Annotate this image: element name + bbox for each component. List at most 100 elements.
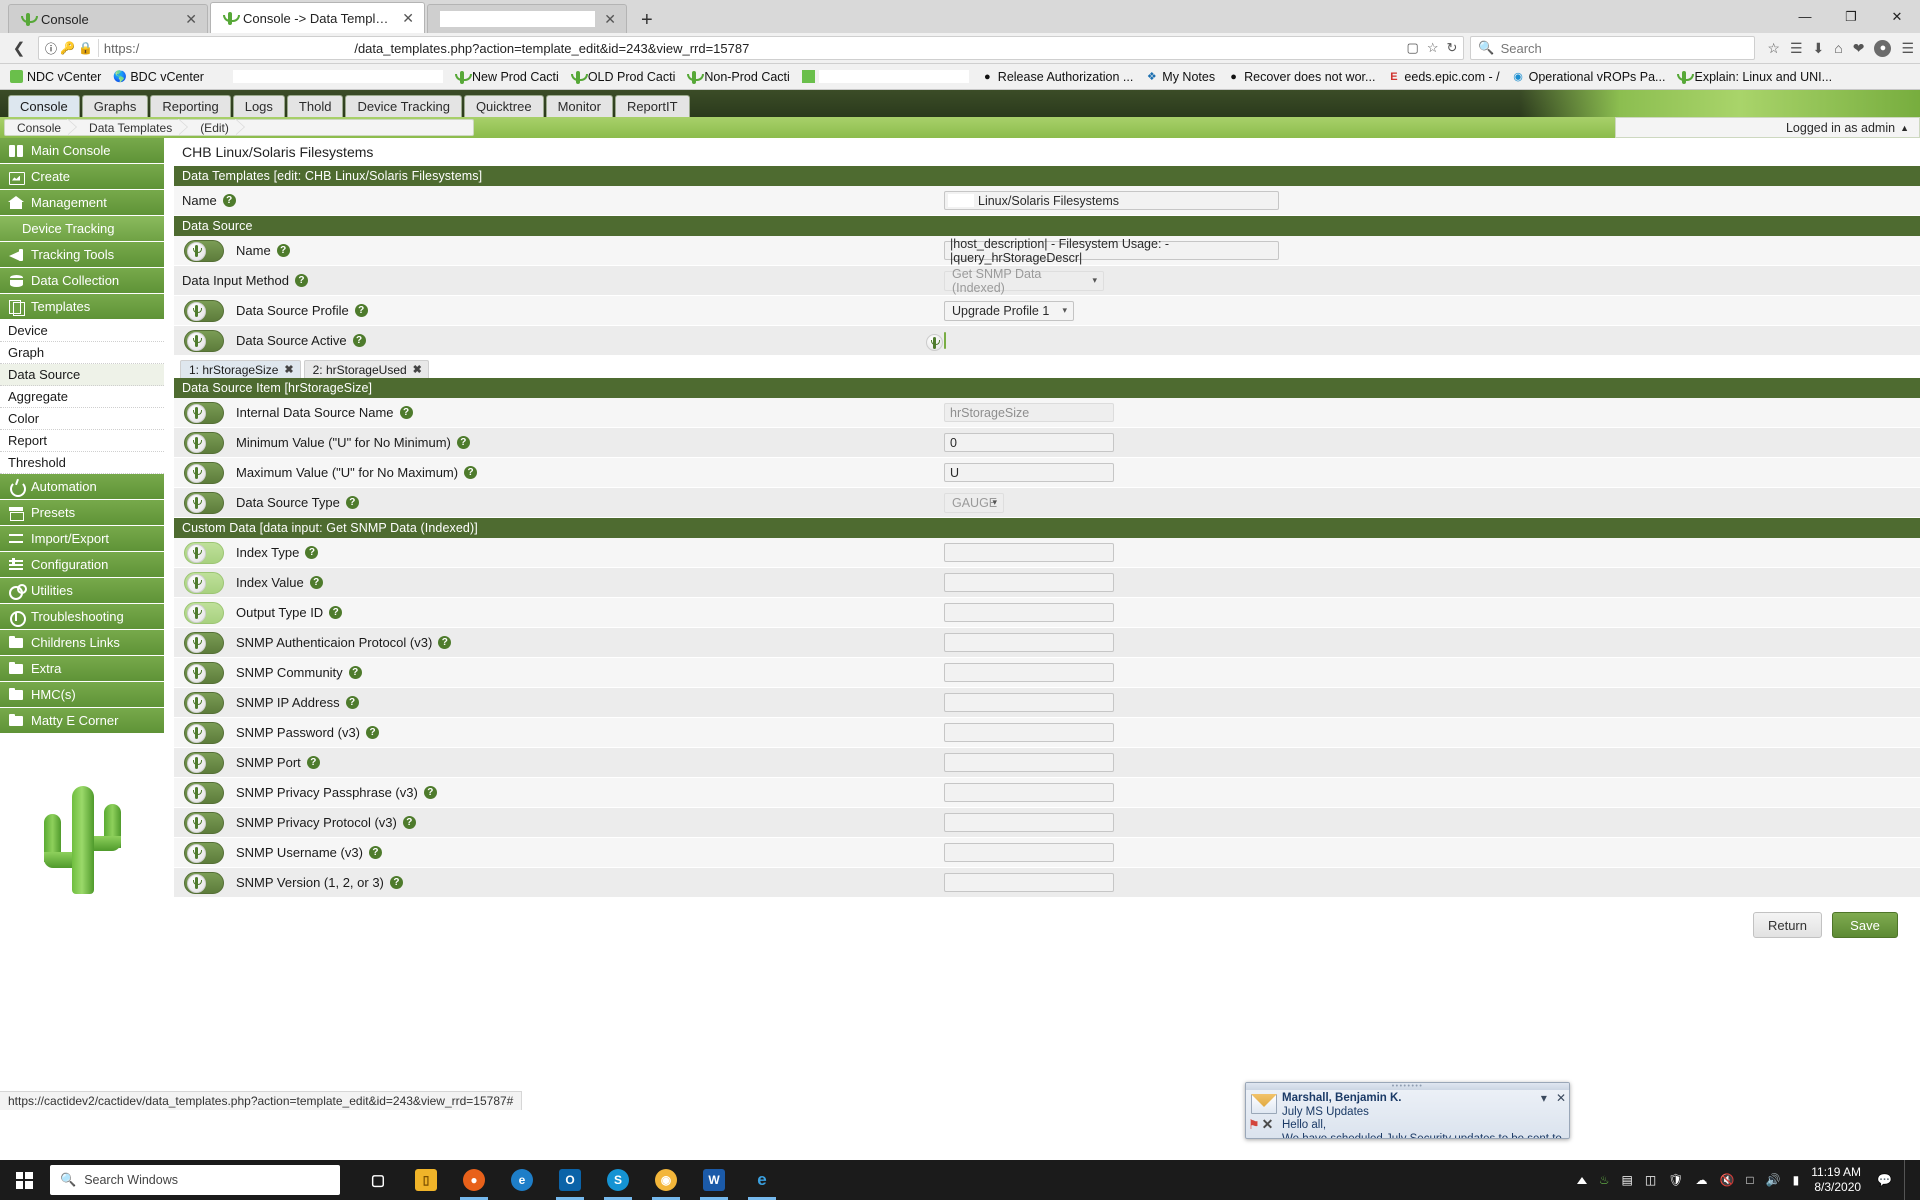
reader-view-icon[interactable]: ▢ bbox=[1407, 40, 1419, 56]
sidebar-item-threshold[interactable]: Threshold bbox=[0, 452, 164, 474]
taskbar-skype[interactable]: S bbox=[594, 1160, 642, 1200]
help-icon[interactable]: ? bbox=[402, 816, 416, 829]
save-button[interactable]: Save bbox=[1832, 912, 1898, 938]
nav-tab-device-tracking[interactable]: Device Tracking bbox=[345, 95, 462, 117]
sidebar-item-data-collection[interactable]: Data Collection bbox=[0, 268, 164, 294]
taskbar-chrome[interactable]: ◉ bbox=[642, 1160, 690, 1200]
nav-tab-logs[interactable]: Logs bbox=[232, 95, 285, 117]
help-icon[interactable]: ? bbox=[306, 756, 320, 769]
help-icon[interactable]: ? bbox=[368, 846, 382, 859]
battery-tray-icon[interactable]: ▮ bbox=[1793, 1173, 1800, 1187]
site-info-icons[interactable]: ⓘ 🔑 🔒 bbox=[45, 40, 93, 57]
sidebar-item-device-tracking[interactable]: Device Tracking bbox=[0, 216, 164, 242]
help-icon[interactable]: ? bbox=[366, 726, 380, 739]
ds-profile-select[interactable]: Upgrade Profile 1 bbox=[944, 300, 1074, 321]
index-value-input[interactable] bbox=[944, 573, 1114, 592]
toggle-minimum-value[interactable] bbox=[184, 431, 224, 454]
minimum-value-input[interactable]: 0 bbox=[944, 433, 1114, 452]
snmp-username-input[interactable] bbox=[944, 843, 1114, 862]
snmp-auth-protocol-input[interactable] bbox=[944, 633, 1114, 652]
toggle-internal-ds-name[interactable] bbox=[184, 401, 224, 424]
toggle-snmp-version[interactable] bbox=[184, 871, 224, 894]
breadcrumb-console[interactable]: Console bbox=[5, 119, 78, 136]
start-button[interactable] bbox=[0, 1160, 48, 1200]
taskbar-task-view[interactable]: ▢ bbox=[354, 1160, 402, 1200]
browser-tab-3[interactable]: ✕ bbox=[427, 4, 627, 33]
output-type-id-input[interactable] bbox=[944, 603, 1114, 622]
sidebar-item-device[interactable]: Device bbox=[0, 320, 164, 342]
toggle-snmp-ip-address[interactable] bbox=[184, 691, 224, 714]
reload-icon[interactable]: ↻ bbox=[1446, 40, 1457, 56]
shield-tray-icon[interactable]: 🛡 bbox=[1668, 1173, 1683, 1187]
taskbar-internet-explorer[interactable]: e bbox=[738, 1160, 786, 1200]
toggle-snmp-privacy-protocol[interactable] bbox=[184, 811, 224, 834]
search-input[interactable]: 🔍 Search bbox=[1470, 36, 1756, 60]
show-hidden-icons-icon[interactable] bbox=[1576, 1176, 1587, 1184]
bookmark-non-prod-cacti[interactable]: Non-Prod Cacti bbox=[681, 66, 795, 88]
bookmark-eeds-epic[interactable]: Eeeds.epic.com - / bbox=[1381, 66, 1505, 88]
nav-tab-reporting[interactable]: Reporting bbox=[150, 95, 231, 117]
toggle-snmp-community[interactable] bbox=[184, 661, 224, 684]
sidebar-item-childrens-links[interactable]: Childrens Links bbox=[0, 630, 164, 656]
maximize-button[interactable]: ❐ bbox=[1828, 0, 1874, 33]
ds-tab-hrstoragesize[interactable]: 1: hrStorageSize ✖ bbox=[180, 360, 301, 378]
toggle-snmp-username[interactable] bbox=[184, 841, 224, 864]
close-icon[interactable]: ✕ bbox=[400, 11, 416, 25]
help-icon[interactable]: ? bbox=[456, 436, 470, 449]
sidebar-item-color[interactable]: Color bbox=[0, 408, 164, 430]
home-icon[interactable]: ⌂ bbox=[1834, 40, 1842, 56]
help-icon[interactable]: ? bbox=[389, 876, 403, 889]
snmp-port-input[interactable] bbox=[944, 753, 1114, 772]
help-icon[interactable]: ? bbox=[329, 606, 343, 619]
account-icon[interactable]: ● bbox=[1874, 39, 1892, 57]
bookmark-recover-does-not-work[interactable]: ● Recover does not wor... bbox=[1221, 66, 1381, 88]
sidebar-item-import-export[interactable]: Import/Export bbox=[0, 526, 164, 552]
calculator-tray-icon[interactable]: ▤ bbox=[1622, 1173, 1633, 1187]
sidebar-item-hmcs[interactable]: HMC(s) bbox=[0, 682, 164, 708]
help-icon[interactable]: ? bbox=[309, 576, 323, 589]
sidebar-item-extra[interactable]: Extra bbox=[0, 656, 164, 682]
taskbar-word[interactable]: W bbox=[690, 1160, 738, 1200]
monitor-tray-icon[interactable]: ◫ bbox=[1645, 1173, 1656, 1187]
sidebar-item-templates[interactable]: Templates bbox=[0, 294, 164, 320]
help-icon[interactable]: ? bbox=[345, 696, 359, 709]
maximum-value-input[interactable]: U bbox=[944, 463, 1114, 482]
ds-tab-hrstorageused[interactable]: 2: hrStorageUsed ✖ bbox=[303, 360, 429, 378]
chevron-down-icon[interactable]: ▾ bbox=[1541, 1091, 1547, 1105]
back-button[interactable]: ❮ bbox=[6, 35, 32, 61]
drag-handle-icon[interactable]: •••••••• bbox=[1246, 1083, 1569, 1090]
hamburger-menu-icon[interactable]: ☰ bbox=[1901, 40, 1914, 57]
bookmark-explain-linux-unix[interactable]: Explain: Linux and UNI... bbox=[1671, 66, 1838, 88]
bookmark-redacted-1[interactable] bbox=[210, 66, 449, 88]
nav-tab-graphs[interactable]: Graphs bbox=[81, 95, 149, 117]
browser-tab-1[interactable]: Console ✕ bbox=[8, 4, 208, 33]
sidebar-item-data-source[interactable]: Data Source bbox=[0, 364, 164, 386]
snmp-password-input[interactable] bbox=[944, 723, 1114, 742]
cactus-tray-icon[interactable]: ♨ bbox=[1599, 1173, 1610, 1187]
minimize-button[interactable]: — bbox=[1782, 0, 1828, 33]
sidebar-item-presets[interactable]: Presets bbox=[0, 500, 164, 526]
index-type-input[interactable] bbox=[944, 543, 1114, 562]
close-icon[interactable]: ✕ bbox=[1556, 1091, 1566, 1105]
help-icon[interactable]: ? bbox=[438, 636, 452, 649]
bookmark-redacted-2[interactable] bbox=[796, 66, 975, 88]
bookmark-old-prod-cacti[interactable]: OLD Prod Cacti bbox=[565, 66, 682, 88]
help-icon[interactable]: ? bbox=[345, 496, 359, 509]
bookmark-operational-vrops[interactable]: ◉ Operational vROPs Pa... bbox=[1506, 66, 1672, 88]
flag-icon[interactable]: ⚑ bbox=[1248, 1117, 1260, 1133]
new-tab-button[interactable]: + bbox=[629, 10, 665, 33]
sidebar-item-management[interactable]: Management bbox=[0, 190, 164, 216]
help-icon[interactable]: ? bbox=[354, 304, 368, 317]
close-icon[interactable]: ✖ bbox=[413, 363, 422, 376]
sidebar-item-graph[interactable]: Graph bbox=[0, 342, 164, 364]
toggle-ds-profile[interactable] bbox=[184, 299, 224, 322]
nav-tab-monitor[interactable]: Monitor bbox=[545, 95, 613, 117]
show-desktop-button[interactable] bbox=[1904, 1160, 1912, 1200]
taskbar-file-explorer[interactable]: ▯ bbox=[402, 1160, 450, 1200]
sidebar-item-main-console[interactable]: Main Console bbox=[0, 138, 164, 164]
delete-icon[interactable]: ✕ bbox=[1262, 1116, 1274, 1133]
nav-tab-console[interactable]: Console bbox=[8, 95, 80, 117]
help-icon[interactable]: ? bbox=[352, 334, 366, 347]
snmp-privacy-passphrase-input[interactable] bbox=[944, 783, 1114, 802]
network-tray-icon[interactable]: □ bbox=[1746, 1173, 1753, 1187]
